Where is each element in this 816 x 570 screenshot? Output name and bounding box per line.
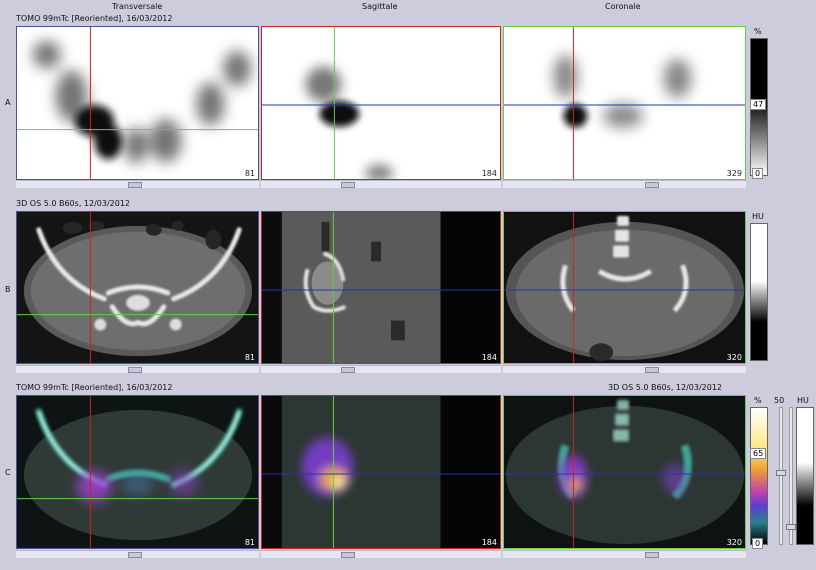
view-b-coronale[interactable]: 320: [503, 211, 746, 364]
scale-max-value[interactable]: 47: [750, 99, 767, 110]
ct-coronal-image: [504, 212, 745, 363]
row-a-series-label: TOMO 99mTc [Reoriented], 16/03/2012: [16, 14, 173, 23]
scale-unit-label: %: [754, 396, 762, 405]
slice-scrollbar-a-transversale[interactable]: [16, 180, 259, 188]
scroll-handle[interactable]: [645, 552, 659, 558]
scroll-handle[interactable]: [645, 182, 659, 188]
view-a-coronale[interactable]: 329: [503, 26, 746, 180]
slice-number: 81: [244, 538, 255, 547]
spect-transversal-image: [17, 27, 258, 179]
slice-scrollbar-a-sagittale[interactable]: [261, 180, 501, 188]
slice-number: 81: [244, 353, 255, 362]
view-c-coronale[interactable]: 320: [503, 395, 746, 549]
spect-coronal-image: [504, 27, 745, 179]
slice-scrollbar-c-transversale[interactable]: [16, 550, 259, 558]
scale-max-value[interactable]: 65: [750, 448, 767, 459]
fusion-threshold-slider-knob[interactable]: [786, 524, 796, 530]
scroll-handle[interactable]: [128, 367, 142, 373]
ct-sagittal-image: [262, 212, 500, 363]
slice-scrollbar-b-coronale[interactable]: [503, 365, 746, 373]
view-c-sagittale[interactable]: 184: [261, 395, 501, 549]
ct-window-colorbar-b[interactable]: [750, 223, 768, 361]
opacity-slider-value: 50: [774, 396, 785, 405]
scroll-handle[interactable]: [341, 182, 355, 188]
scroll-handle[interactable]: [645, 367, 659, 373]
slice-scrollbar-c-sagittale[interactable]: [261, 550, 501, 558]
fusion-opacity-slider[interactable]: [779, 407, 783, 545]
slice-number: 184: [481, 353, 497, 362]
row-letter-b: B: [5, 285, 11, 294]
scale-unit-label: HU: [752, 212, 764, 221]
view-b-sagittale[interactable]: 184: [261, 211, 501, 364]
view-b-transversale[interactable]: 81: [16, 211, 259, 364]
scroll-handle[interactable]: [128, 182, 142, 188]
slice-number: 320: [726, 538, 742, 547]
ct-window-colorbar-c[interactable]: [796, 407, 814, 545]
slice-number: 184: [481, 169, 497, 178]
view-a-transversale[interactable]: 81: [16, 26, 259, 180]
fusion-transversal-image: [17, 396, 258, 548]
ct-transversal-image: [17, 212, 258, 363]
scale-min-value[interactable]: 0: [752, 168, 764, 179]
slice-number: 81: [244, 169, 255, 178]
fusion-sagittal-image: [262, 396, 500, 548]
slice-scrollbar-b-sagittale[interactable]: [261, 365, 501, 373]
spect-sagittal-image: [262, 27, 500, 179]
view-a-sagittale[interactable]: 184: [261, 26, 501, 180]
view-c-transversale[interactable]: 81: [16, 395, 259, 549]
scale-unit-label-right: HU: [797, 396, 809, 405]
scroll-handle[interactable]: [128, 552, 142, 558]
scale-unit-label: %: [754, 27, 762, 36]
scroll-handle[interactable]: [341, 552, 355, 558]
column-header-coronale: Coronale: [605, 2, 641, 11]
row-c-series-label-right: 3D OS 5.0 B60s, 12/03/2012: [608, 383, 723, 392]
fusion-opacity-slider-knob[interactable]: [776, 470, 786, 476]
slice-number: 329: [726, 169, 742, 178]
row-b-series-label: 3D OS 5.0 B60s, 12/03/2012: [16, 199, 131, 208]
slice-number: 184: [481, 538, 497, 547]
scroll-handle[interactable]: [341, 367, 355, 373]
fusion-coronal-image: [504, 396, 745, 548]
slice-scrollbar-a-coronale[interactable]: [503, 180, 746, 188]
slice-scrollbar-b-transversale[interactable]: [16, 365, 259, 373]
fusion-colorbar-c[interactable]: [750, 407, 768, 545]
row-letter-c: C: [5, 468, 11, 477]
column-header-transversale: Transversale: [112, 2, 163, 11]
slice-number: 320: [726, 353, 742, 362]
column-header-sagittale: Sagittale: [362, 2, 398, 11]
row-c-series-label-left: TOMO 99mTc [Reoriented], 16/03/2012: [16, 383, 173, 392]
slice-scrollbar-c-coronale[interactable]: [503, 550, 746, 558]
row-letter-a: A: [5, 98, 11, 107]
scale-min-value[interactable]: 0: [752, 538, 764, 549]
